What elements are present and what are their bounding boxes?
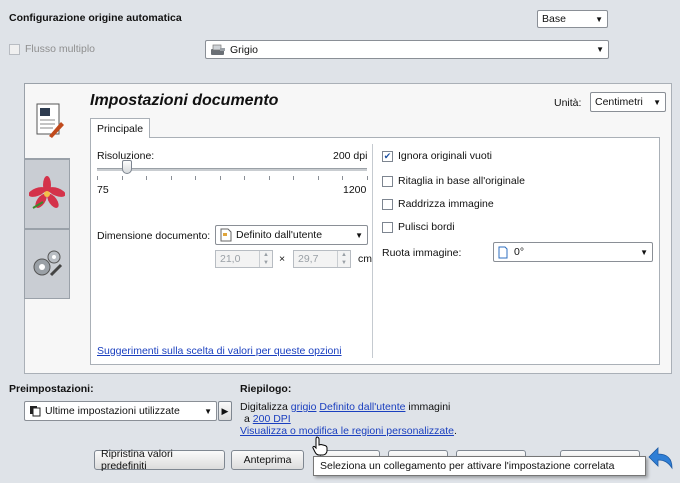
document-settings-icon <box>31 100 65 143</box>
summary-period: . <box>454 425 457 437</box>
resolution-max: 1200 <box>343 184 367 196</box>
slider-tick <box>318 176 319 180</box>
rotate-select-value: 0° <box>514 246 525 258</box>
stepper-arrows-icon[interactable]: ▲ ▼ <box>259 251 272 267</box>
chevron-down-icon: ▼ <box>355 230 363 240</box>
chevron-down-icon: ▼ <box>653 97 661 107</box>
checkbox-box <box>382 221 393 233</box>
back-arrow-icon[interactable] <box>648 446 674 473</box>
column-divider <box>372 144 373 358</box>
tooltip-text: Seleziona un collegamento per attivare l… <box>320 460 615 472</box>
width-value: 21,0 <box>220 253 241 265</box>
unit-label: Unità: <box>554 97 582 109</box>
gears-icon <box>29 245 65 284</box>
clean-edges-label: Pulisci bordi <box>398 221 455 233</box>
resolution-value: 200 dpi <box>333 150 368 162</box>
preview-button[interactable]: Anteprima <box>231 450 304 470</box>
chevron-down-icon: ▼ <box>640 247 648 257</box>
tab-principale-label: Principale <box>96 122 144 135</box>
stepper-arrows-icon[interactable]: ▲ ▼ <box>337 251 350 267</box>
slider-tick <box>195 176 196 180</box>
summary-prefix: Digitalizza <box>240 401 288 413</box>
advanced-settings-tab[interactable] <box>24 229 70 299</box>
document-size-label: Dimensione documento: <box>97 230 211 242</box>
width-stepper[interactable]: 21,0 ▲ ▼ <box>215 250 273 268</box>
ignore-blank-label: Ignora originali vuoti <box>398 150 492 162</box>
chevron-down-icon: ▼ <box>595 14 603 24</box>
chevron-down-icon: ▼ <box>204 406 212 416</box>
mode-select[interactable]: Base ▼ <box>537 10 608 28</box>
window-title: Configurazione origine automatica <box>9 12 182 24</box>
crop-original-checkbox[interactable]: Ritaglia in base all'originale <box>382 175 525 187</box>
unit-select[interactable]: Centimetri ▼ <box>590 92 666 112</box>
chevron-down-icon: ▼ <box>596 45 604 54</box>
checkbox-box <box>382 198 393 210</box>
ignore-blank-checkbox[interactable]: ✔ Ignora originali vuoti <box>382 150 492 162</box>
height-stepper[interactable]: 29,7 ▲ ▼ <box>293 250 351 268</box>
presets-select[interactable]: Ultime impostazioni utilizzate ▼ <box>24 401 217 421</box>
resolution-slider[interactable] <box>97 160 368 186</box>
page-rotation-icon <box>498 246 508 259</box>
document-size-value: Definito dall'utente <box>236 229 323 241</box>
panel-title: Impostazioni documento <box>90 92 279 109</box>
dpi-link[interactable]: 200 DPI <box>253 413 291 425</box>
clean-edges-checkbox[interactable]: Pulisci bordi <box>382 221 455 233</box>
summary-line-2: a 200 DPI <box>244 413 291 425</box>
slider-ticks <box>97 176 368 180</box>
straighten-checkbox[interactable]: Raddrizza immagine <box>382 198 494 210</box>
preset-pages-icon <box>29 405 41 417</box>
document-settings-tab[interactable] <box>24 83 70 159</box>
rotate-select[interactable]: 0° ▼ <box>493 242 653 262</box>
slider-tick <box>367 176 368 180</box>
slider-tick <box>122 176 123 180</box>
slider-tick <box>293 176 294 180</box>
summary-a: a <box>244 413 250 425</box>
document-size-select[interactable]: Definito dall'utente ▼ <box>215 225 368 245</box>
crop-original-label: Ritaglia in base all'originale <box>398 175 525 187</box>
slider-track <box>97 168 367 171</box>
mode-select-value: Base <box>542 13 566 25</box>
slider-tick <box>269 176 270 180</box>
summary-suffix: immagini <box>408 401 451 413</box>
slider-tick <box>244 176 245 180</box>
color-select[interactable]: Grigio ▼ <box>205 40 609 59</box>
slider-tick <box>342 176 343 180</box>
summary-line-1: Digitalizza grigio Definito dall'utente … <box>240 401 450 413</box>
tooltip: Seleziona un collegamento per attivare l… <box>313 456 646 476</box>
slider-tick <box>97 176 98 180</box>
times-sign: × <box>279 253 286 265</box>
checkbox-checked-icon: ✔ <box>382 150 393 162</box>
straighten-label: Raddrizza immagine <box>398 198 494 210</box>
restore-defaults-button[interactable]: Ripristina valori predefiniti <box>94 448 225 472</box>
color-select-value: Grigio <box>230 43 259 56</box>
scanner-gray-icon <box>210 44 226 56</box>
multi-flow-label: Flusso multiplo <box>25 43 96 55</box>
multi-flow-checkbox[interactable]: Flusso multiplo <box>9 43 95 55</box>
custom-size-link[interactable]: Definito dall'utente <box>319 401 405 413</box>
presets-label: Preimpostazioni: <box>9 383 94 395</box>
hand-cursor-icon <box>312 436 328 459</box>
slider-thumb[interactable] <box>122 160 132 174</box>
document-page-icon <box>220 228 232 242</box>
summary-line-3: Visualizza o modifica le regioni persona… <box>240 425 457 437</box>
gray-link[interactable]: grigio <box>291 401 317 413</box>
slider-tick <box>171 176 172 180</box>
checkbox-box <box>382 175 393 187</box>
help-link[interactable]: Suggerimenti sulla scelta di valori per … <box>97 345 342 357</box>
size-unit: cm <box>358 253 372 265</box>
custom-regions-link[interactable]: Visualizza o modifica le regioni persona… <box>240 425 454 437</box>
resolution-min: 75 <box>97 184 109 196</box>
rotate-label: Ruota immagine: <box>382 247 462 259</box>
tab-principale[interactable]: Principale <box>90 118 150 138</box>
slider-tick <box>220 176 221 180</box>
height-value: 29,7 <box>298 253 319 265</box>
unit-select-value: Centimetri <box>595 96 643 108</box>
presets-menu-arrow-icon[interactable]: ▶ <box>218 401 232 421</box>
slider-tick <box>146 176 147 180</box>
presets-select-value: Ultime impostazioni utilizzate <box>45 405 180 417</box>
summary-label: Riepilogo: <box>240 383 292 395</box>
flower-image-icon <box>28 175 66 213</box>
checkbox-box <box>9 43 20 55</box>
image-settings-tab[interactable] <box>24 159 70 229</box>
